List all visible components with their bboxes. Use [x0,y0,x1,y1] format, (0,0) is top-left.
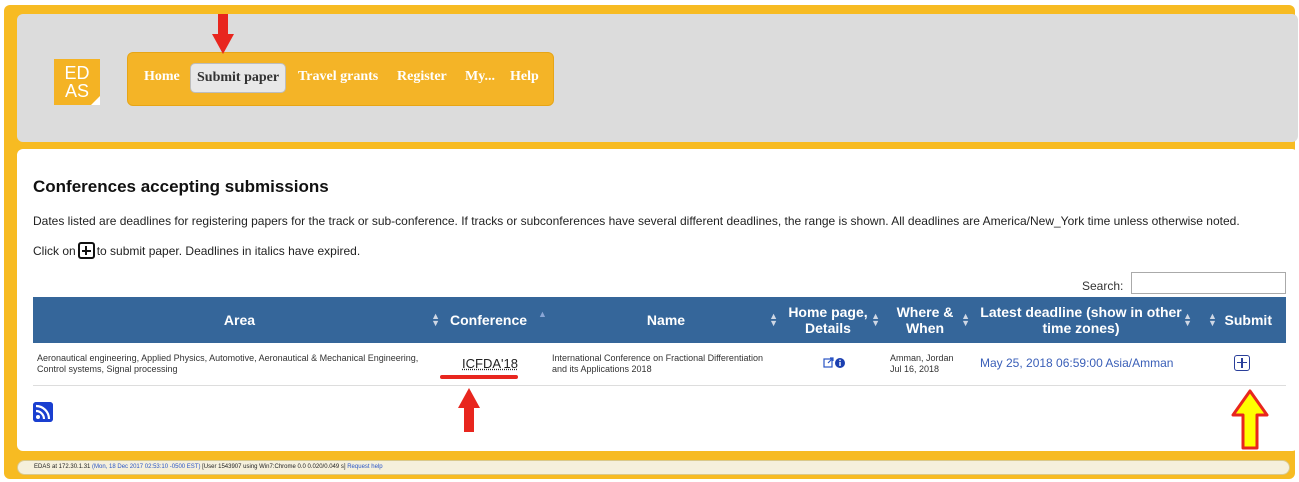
footer-server: EDAS at 172.30.1.31 [34,464,91,470]
sort-icon: ▲ ▼ [961,311,970,328]
deadline-description: Dates listed are deadlines for registeri… [33,214,1240,228]
sort-icon: ▲ ▼ [1208,311,1217,328]
nav-help[interactable]: Help [510,69,539,85]
nav-my[interactable]: My... [465,69,495,85]
submit-instructions: Click on to submit paper. Deadlines in i… [33,242,360,259]
nav-submit-paper[interactable]: Submit paper [190,63,287,93]
sort-icon: ▲ ▼ [431,311,440,328]
cell-where: Amman, Jordan [890,353,954,363]
nav-register[interactable]: Register [397,69,447,85]
conference-link[interactable]: ICFDA'18 [462,357,518,370]
footer-status-bar: EDAS at 172.30.1.31 (Mon, 18 Dec 2017 02… [17,460,1290,475]
col-header-conference[interactable]: Conference ▲ [446,297,548,343]
plus-square-icon [77,242,95,259]
col-header-deadline[interactable]: Latest deadline (show in other time zone… [976,297,1198,343]
sort-icon: ▲ ▼ [769,311,778,328]
footer-user-info: [User 1543907 using Win7:Chrome 0.0 0.02… [202,464,346,470]
nav-travel-grants[interactable]: Travel grants [298,69,378,85]
logo-line1: ED [64,63,90,83]
col-header-area[interactable]: Area ▲ ▼ [33,297,446,343]
sort-icon: ▲ ▼ [871,311,880,328]
cell-name: International Conference on Fractional D… [548,343,784,386]
submit-paper-button[interactable] [1234,354,1250,371]
red-arrow-up-annotation [458,388,480,432]
red-arrow-down-annotation [212,14,234,54]
conferences-table: Area ▲ ▼ Conference ▲ Name ▲ ▼ Home page, Det… [33,297,1286,386]
sort-icon: ▲ ▼ [1183,311,1192,328]
footer-timestamp: (Mon, 18 Dec 2017 02:53:10 -0500 EST) [92,464,201,470]
edas-logo[interactable]: ED AS [54,59,100,105]
cell-when: Jul 16, 2018 [890,364,940,374]
search-input[interactable] [1131,272,1286,294]
page-title: Conferences accepting submissions [33,177,329,196]
search-label: Search: [1082,279,1124,293]
col-header-where-when[interactable]: Where & When ▲ ▼ [886,297,976,343]
nav-home[interactable]: Home [144,69,180,85]
homepage-details-icons[interactable] [823,356,847,369]
deadline-link[interactable]: May 25, 2018 06:59:00 Asia/Amman [980,356,1173,370]
instructions-suffix: to submit paper. Deadlines in italics ha… [96,243,361,258]
col-header-submit[interactable]: Submit ▲ ▼ [1198,297,1286,343]
rss-feed-icon[interactable] [33,402,53,422]
col-header-homepage[interactable]: Home page, Details ▲ ▼ [784,297,886,343]
main-nav: Home Submit paper Travel grants Register… [127,52,554,106]
red-underline-annotation [440,375,518,379]
yellow-arrow-up-annotation [1231,389,1269,450]
cell-area: Aeronautical engineering, Applied Physic… [33,343,446,386]
sort-asc-icon: ▲ [538,309,547,319]
request-help-link[interactable]: Request help [347,464,382,470]
instructions-prefix: Click on [33,243,76,258]
col-header-name[interactable]: Name ▲ ▼ [548,297,784,343]
table-row: Aeronautical engineering, Applied Physic… [33,343,1286,386]
